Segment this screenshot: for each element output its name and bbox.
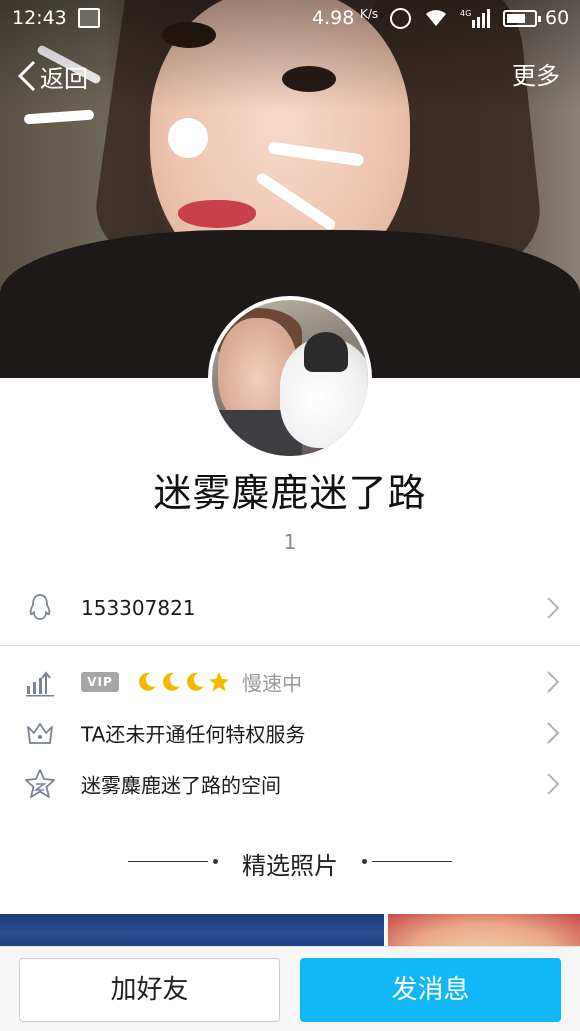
- moon-icon: [163, 672, 180, 691]
- chevron-right-icon: [547, 773, 560, 795]
- add-friend-button[interactable]: 加好友: [19, 958, 280, 1022]
- avatar[interactable]: [208, 296, 372, 460]
- space-text: 迷雾麋鹿迷了路的空间: [81, 773, 281, 798]
- level-row[interactable]: VIP 慢速中: [0, 657, 580, 707]
- level-status: 慢速中: [242, 671, 302, 696]
- network-type: 4G: [460, 9, 471, 18]
- vip-badge: VIP: [81, 672, 119, 692]
- avatar-image: [212, 300, 368, 456]
- chevron-left-icon: [17, 60, 36, 92]
- crown-icon: [27, 723, 53, 744]
- network-speed: 4.98: [312, 7, 355, 29]
- featured-photos-header: 精选照片: [0, 842, 580, 882]
- battery-icon: [503, 10, 541, 27]
- privilege-text: TA还未开通任何特权服务: [81, 722, 306, 747]
- back-button[interactable]: 返回: [16, 58, 88, 94]
- network-speed-unit: K/s: [360, 7, 379, 21]
- notification-icon: [78, 8, 100, 28]
- action-bar: 加好友 发消息: [0, 946, 580, 1031]
- back-label: 返回: [40, 64, 88, 93]
- space-row[interactable]: 迷雾麋鹿迷了路的空间: [0, 759, 580, 809]
- signature: 1: [283, 530, 297, 554]
- divider: [0, 645, 580, 646]
- level-icons: [136, 671, 230, 693]
- divider-dot: [362, 859, 367, 864]
- cover-face-paint: [168, 118, 208, 158]
- send-message-button[interactable]: 发消息: [300, 958, 561, 1022]
- star-outline-icon: [25, 769, 55, 798]
- privilege-row[interactable]: TA还未开通任何特权服务: [0, 708, 580, 758]
- status-bar: 12:43 4.98 K/s 4G 60: [0, 0, 580, 36]
- chevron-right-icon: [547, 671, 560, 693]
- status-time: 12:43: [12, 7, 67, 29]
- chevron-right-icon: [547, 722, 560, 744]
- qq-number: 153307821: [81, 596, 196, 620]
- nickname: 迷雾麋鹿迷了路: [153, 471, 427, 515]
- cover-face-paint: [23, 109, 95, 125]
- level-up-icon: [26, 671, 54, 697]
- signal-icon: 4G: [460, 9, 490, 28]
- alarm-icon: [390, 8, 411, 29]
- divider: [372, 861, 452, 862]
- star-icon: [209, 672, 229, 692]
- featured-photos-title: 精选照片: [242, 852, 338, 880]
- more-button[interactable]: 更多: [512, 58, 560, 94]
- battery-level: 60: [545, 7, 570, 29]
- moon-icon: [139, 672, 156, 691]
- moon-icon: [187, 672, 204, 691]
- qq-number-row[interactable]: 153307821: [0, 583, 580, 633]
- wifi-icon: [426, 10, 446, 26]
- cover-lips: [178, 200, 256, 228]
- chevron-right-icon: [547, 597, 560, 619]
- penguin-icon: [29, 594, 51, 620]
